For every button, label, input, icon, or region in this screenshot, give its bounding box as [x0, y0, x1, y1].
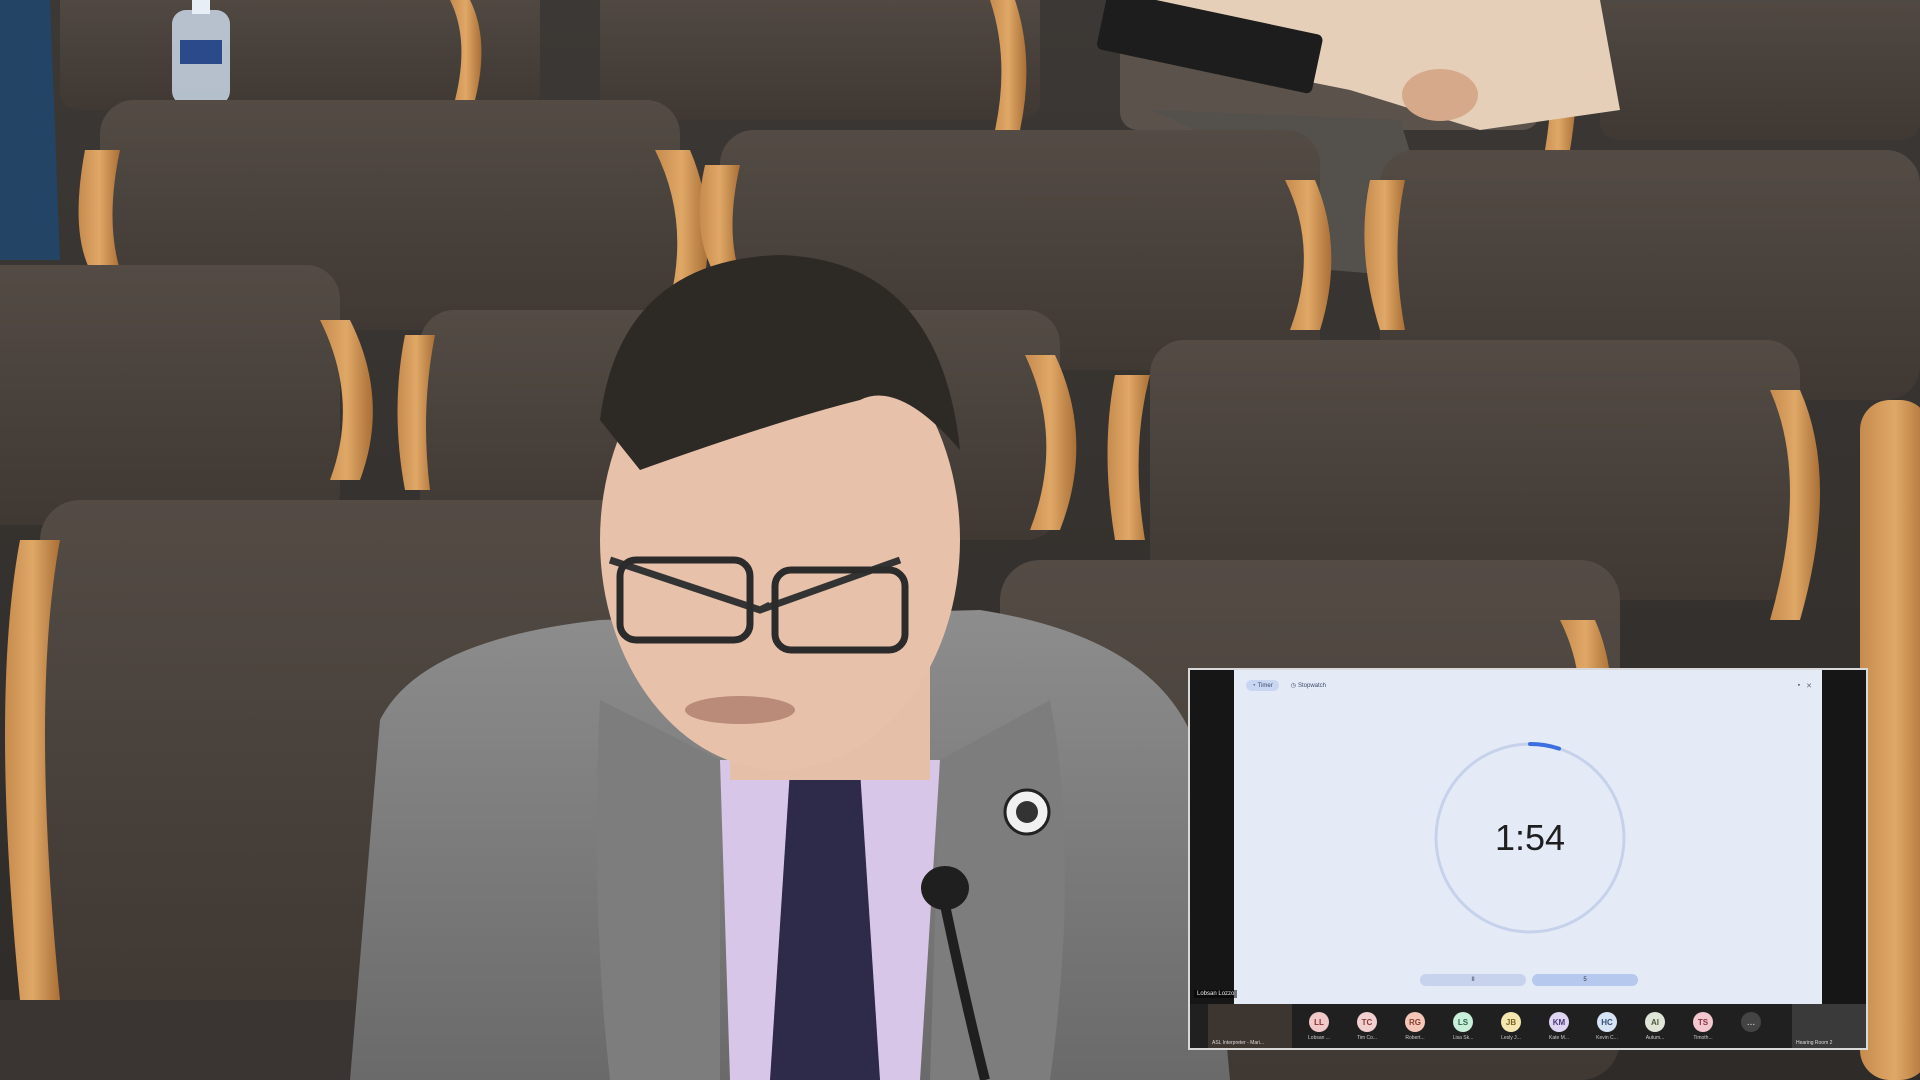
timer-icon: ◔ — [1252, 682, 1256, 689]
participant-name: Lobsan ... — [1308, 1035, 1330, 1041]
avatar: TS — [1693, 1012, 1713, 1032]
participant-name: Lisa Sk... — [1452, 1035, 1474, 1041]
avatar: TC — [1357, 1012, 1377, 1032]
thumb-caption: Hearing Room 2 — [1796, 1040, 1833, 1046]
participant-tile[interactable]: LS Lisa Sk... — [1442, 1004, 1484, 1048]
participant-tile[interactable]: TS Timoth... — [1682, 1004, 1724, 1048]
tab-timer[interactable]: ◔ Timer — [1246, 680, 1279, 691]
avatar: LL — [1309, 1012, 1329, 1032]
avatar: JB — [1501, 1012, 1521, 1032]
room-video-thumb[interactable]: Hearing Room 2 — [1792, 1004, 1866, 1048]
overlay-right-bar — [1822, 670, 1866, 1004]
participant-name: Kate M... — [1548, 1035, 1569, 1041]
participant-tile[interactable]: RG Robert... — [1394, 1004, 1436, 1048]
avatar: HC — [1597, 1012, 1617, 1032]
more-icon: ... — [1741, 1012, 1761, 1032]
pause-button[interactable]: II — [1420, 974, 1526, 986]
participant-tile[interactable]: TC Tim Co... — [1346, 1004, 1388, 1048]
participant-name: Autum... — [1645, 1035, 1665, 1041]
window-buttons: ▪ ✕ — [1798, 682, 1812, 690]
participant-tile[interactable]: KM Kate M... — [1538, 1004, 1580, 1048]
avatar: RG — [1405, 1012, 1425, 1032]
participant-name: Kevin C... — [1596, 1035, 1618, 1041]
thumb-caption: ASL Interpreter - Mari... — [1212, 1040, 1265, 1046]
video-call-overlay: ◔ Timer ◷ Stopwatch ▪ ✕ 1:54 II 5 Lobsan… — [1188, 668, 1868, 1050]
participant-strip: ASL Interpreter - Mari... LL Lobsan ... TC… — [1190, 1004, 1866, 1048]
participant-video-thumb[interactable]: ASL Interpreter - Mari... — [1208, 1004, 1292, 1048]
tab-stopwatch[interactable]: ◷ Stopwatch — [1285, 680, 1332, 691]
participant-name: Tim Co... — [1356, 1035, 1378, 1041]
participant-tile[interactable]: HC Kevin C... — [1586, 1004, 1628, 1048]
water-bottle — [172, 0, 230, 105]
avatar: LS — [1453, 1012, 1473, 1032]
left-edge-person — [0, 0, 60, 260]
participant-name: Timoth... — [1693, 1035, 1713, 1041]
shared-screen: ◔ Timer ◷ Stopwatch ▪ ✕ 1:54 II 5 — [1234, 670, 1822, 1004]
avatar: KM — [1549, 1012, 1569, 1032]
stopwatch-icon: ◷ — [1290, 683, 1296, 689]
tab-timer-label: Timer — [1257, 682, 1273, 689]
avatar: AI — [1645, 1012, 1665, 1032]
add-time-button[interactable]: 5 — [1532, 974, 1638, 986]
active-speaker-label: Lobsan Lozzo — [1194, 990, 1238, 998]
participant-name: Lesly J... — [1501, 1035, 1521, 1041]
timer-controls: II 5 — [1420, 974, 1638, 986]
tab-stopwatch-label: Stopwatch — [1297, 682, 1327, 689]
more-participants[interactable]: ... — [1730, 1004, 1772, 1048]
participant-name: Robert... — [1405, 1035, 1425, 1041]
participant-tile[interactable]: AI Autum... — [1634, 1004, 1676, 1048]
participant-tile[interactable]: LL Lobsan ... — [1298, 1004, 1340, 1048]
timer-value: 1:54 — [1494, 817, 1566, 858]
timer-tabs: ◔ Timer ◷ Stopwatch — [1246, 680, 1332, 691]
close-icon[interactable]: ✕ — [1806, 682, 1812, 690]
participant-tile[interactable]: JB Lesly J... — [1490, 1004, 1532, 1048]
overlay-left-bar — [1190, 670, 1234, 1004]
minimize-icon[interactable]: ▪ — [1798, 682, 1800, 690]
